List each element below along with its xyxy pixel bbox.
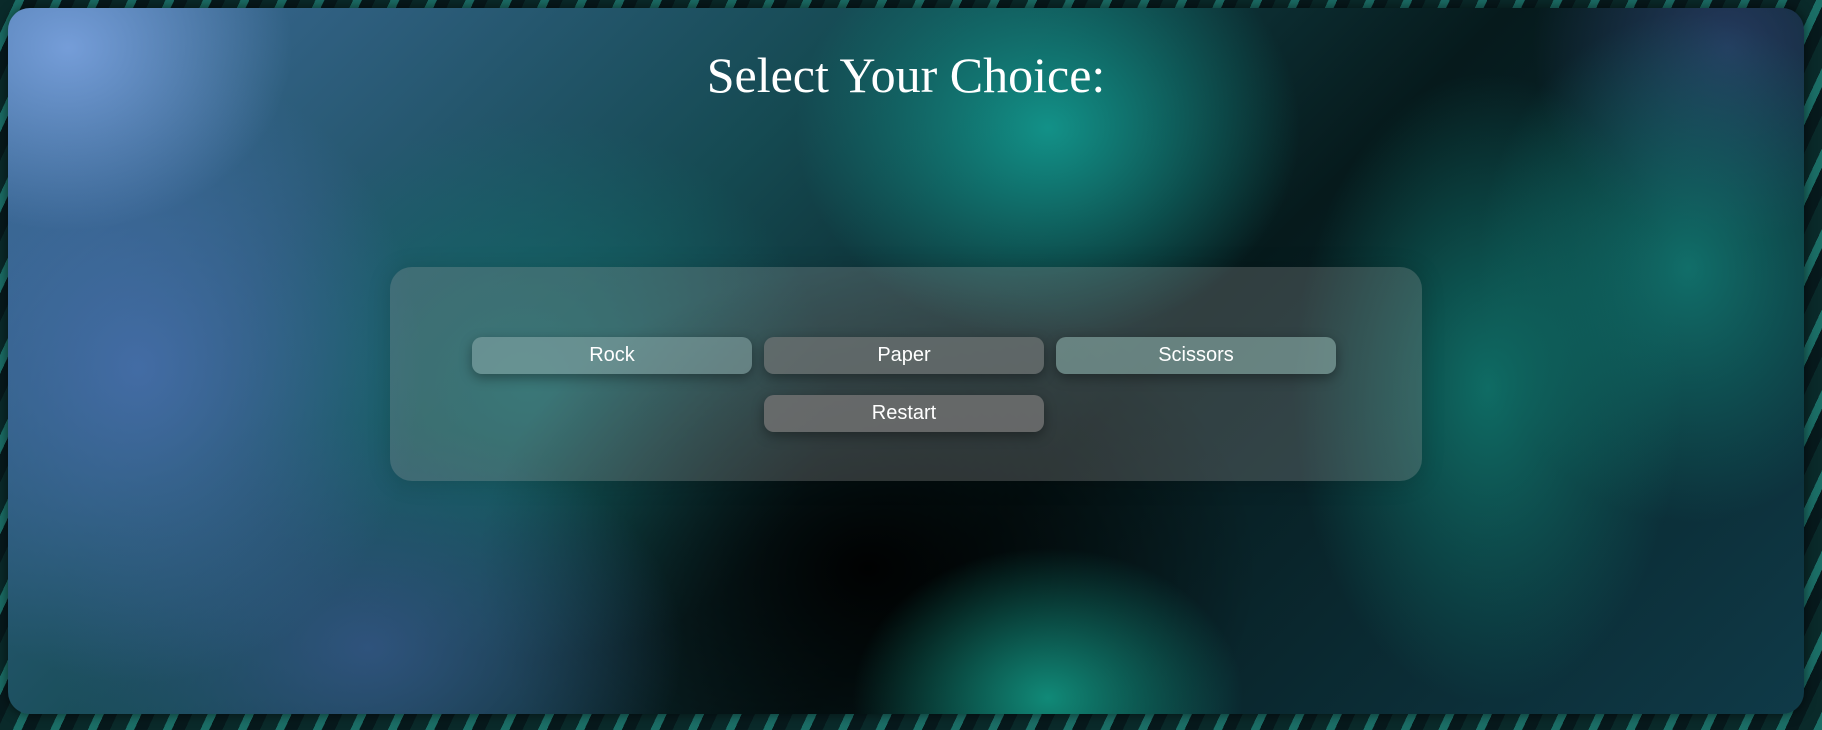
page-title: Select Your Choice: <box>706 47 1106 103</box>
rock-button[interactable]: Rock <box>472 337 752 374</box>
scissors-button[interactable]: Scissors <box>1056 337 1336 374</box>
game-window: Select Your Choice: Rock Paper Scissors … <box>8 8 1804 714</box>
paper-button[interactable]: Paper <box>764 337 1044 374</box>
choice-panel: Rock Paper Scissors Restart <box>390 267 1422 481</box>
restart-button[interactable]: Restart <box>764 395 1044 432</box>
